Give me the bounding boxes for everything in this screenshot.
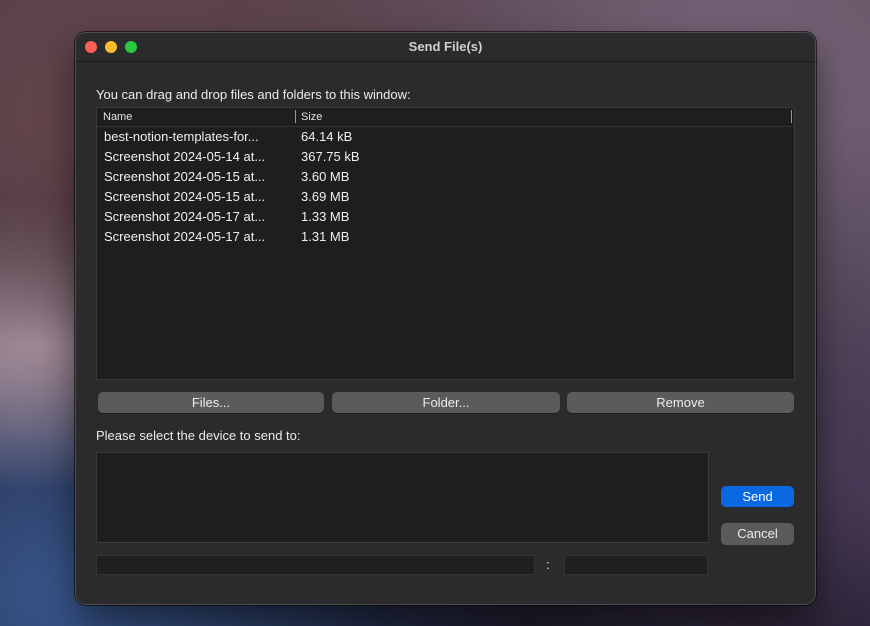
file-name: Screenshot 2024-05-17 at...: [104, 229, 266, 244]
cancel-button[interactable]: Cancel: [721, 523, 794, 545]
file-size: 1.31 MB: [301, 229, 350, 244]
send-files-window: Send File(s) You can drag and drop files…: [75, 32, 816, 605]
column-divider[interactable]: [295, 110, 296, 123]
file-name: best-notion-templates-for...: [104, 129, 259, 144]
column-header-name[interactable]: Name: [103, 111, 132, 123]
file-size: 64.14 kB: [301, 129, 353, 144]
file-rows: best-notion-templates-for... 64.14 kB Sc…: [97, 127, 794, 247]
file-name: Screenshot 2024-05-15 at...: [104, 189, 266, 204]
host-port-separator: :: [546, 557, 550, 572]
file-size: 3.69 MB: [301, 189, 350, 204]
column-divider-end[interactable]: [791, 110, 792, 123]
add-folder-button[interactable]: Folder...: [332, 392, 560, 413]
file-row[interactable]: Screenshot 2024-05-17 at... 1.31 MB: [97, 227, 794, 247]
device-instruction: Please select the device to send to:: [96, 428, 301, 443]
file-row[interactable]: Screenshot 2024-05-15 at... 3.60 MB: [97, 167, 794, 187]
port-field[interactable]: [564, 555, 708, 575]
add-files-button[interactable]: Files...: [98, 392, 324, 413]
file-row[interactable]: Screenshot 2024-05-17 at... 1.33 MB: [97, 207, 794, 227]
file-name: Screenshot 2024-05-17 at...: [104, 209, 266, 224]
remove-button[interactable]: Remove: [567, 392, 794, 413]
title-bar[interactable]: Send File(s): [76, 33, 815, 62]
column-header-size[interactable]: Size: [301, 111, 322, 123]
device-list[interactable]: [96, 452, 709, 543]
file-name: Screenshot 2024-05-15 at...: [104, 169, 266, 184]
file-row[interactable]: best-notion-templates-for... 64.14 kB: [97, 127, 794, 147]
file-list[interactable]: Name Size best-notion-templates-for... 6…: [96, 107, 795, 380]
send-button[interactable]: Send: [721, 486, 794, 507]
file-size: 367.75 kB: [301, 149, 360, 164]
file-name: Screenshot 2024-05-14 at...: [104, 149, 266, 164]
drag-drop-instruction: You can drag and drop files and folders …: [96, 87, 411, 102]
file-size: 3.60 MB: [301, 169, 350, 184]
file-row[interactable]: Screenshot 2024-05-14 at... 367.75 kB: [97, 147, 794, 167]
window-title: Send File(s): [408, 39, 483, 54]
file-row[interactable]: Screenshot 2024-05-15 at... 3.69 MB: [97, 187, 794, 207]
file-list-header: Name Size: [97, 108, 794, 127]
host-field[interactable]: [96, 555, 535, 575]
file-size: 1.33 MB: [301, 209, 350, 224]
